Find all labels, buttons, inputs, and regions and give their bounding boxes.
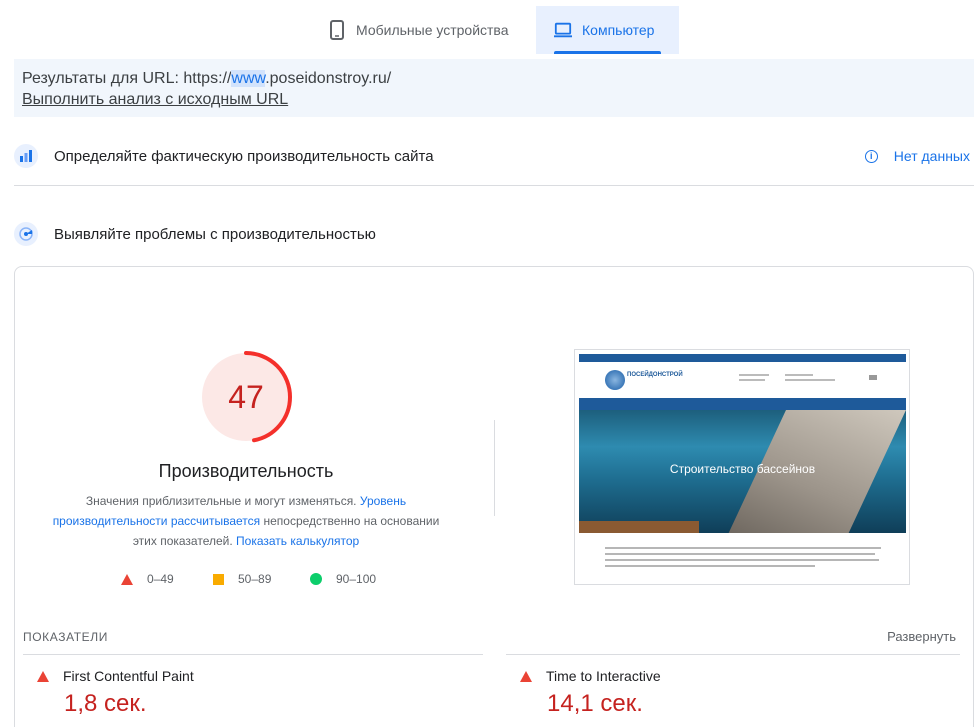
lighthouse-icon [14,222,38,246]
screenshot-nav [579,398,906,410]
tab-desktop[interactable]: Компьютер [536,6,679,54]
lab-data-title: Выявляйте проблемы с производительностью [54,225,376,243]
metric-tti-value: 14,1 сек. [547,690,643,717]
description-text-1: Значения приблизительные и могут изменят… [85,494,357,508]
lab-data-header: Выявляйте проблемы с производительностью [14,220,974,248]
laptop-icon [554,21,572,39]
screenshot-phone-block [739,374,769,376]
section-divider [14,185,974,186]
circle-icon [310,573,322,585]
square-icon [213,573,224,585]
legend-average-range: 50–89 [238,572,272,586]
url-prefix: Результаты для URL: https:// [22,70,232,87]
page-screenshot: ПОСЕЙДОНСТРОЙ Строительство бассейнов [574,349,910,585]
no-data-link[interactable]: i Нет данных [864,148,970,164]
tab-mobile-label: Мобильные устройства [356,22,509,38]
legend-average: 50–89 [213,572,271,586]
url-highlight: www [231,70,266,87]
reanalyze-original-url-link[interactable]: Выполнить анализ с исходным URL [22,90,288,110]
triangle-icon [121,573,133,585]
fail-triangle-icon [37,670,49,682]
card-vertical-divider [494,420,495,516]
text-line [605,565,815,567]
legend-pass-range: 90–100 [336,572,377,586]
tab-desktop-label: Компьютер [582,22,655,38]
performance-description: Значения приблизительные и могут изменят… [44,491,448,551]
metric-tti: Time to Interactive [520,668,661,684]
screenshot-hero-title: Строительство бассейнов [669,462,816,476]
screenshot-wood [579,521,699,533]
field-data-header: Определяйте фактическую производительнос… [14,142,974,170]
text-line [605,559,879,561]
legend-fail-range: 0–49 [147,572,174,586]
tab-active-indicator [554,51,661,54]
analyzed-url: Результаты для URL: https://www.poseidon… [22,69,966,89]
tab-mobile[interactable]: Мобильные устройства [310,6,527,54]
smartphone-icon [328,20,346,40]
cart-icon [869,375,877,380]
performance-score: 47 [228,378,264,415]
fail-triangle-icon [520,670,532,682]
legend-pass: 90–100 [310,572,376,586]
users-icon [14,144,38,168]
url-banner: Результаты для URL: https://www.poseidon… [14,59,974,117]
expand-metrics-button[interactable]: Развернуть [887,629,956,644]
info-icon: i [864,149,878,163]
metric-fcp-value: 1,8 сек. [64,690,147,717]
performance-label: Производительность [158,461,334,481]
screenshot-hours-block [785,379,835,381]
text-line [605,547,881,549]
device-tabs: Мобильные устройства Компьютер [0,0,978,56]
metrics-section-label: ПОКАЗАТЕЛИ [23,630,108,644]
screenshot-hero: Строительство бассейнов [579,410,906,533]
legend-fail: 0–49 [121,572,174,586]
metrics-divider [506,654,960,655]
field-data-title: Определяйте фактическую производительнос… [54,147,434,165]
metric-tti-name: Time to Interactive [546,668,661,684]
show-calculator-link[interactable]: Показать калькулятор [236,534,359,548]
no-data-label: Нет данных [893,148,970,164]
screenshot-phone-block [739,379,765,381]
metric-fcp-name: First Contentful Paint [63,668,194,684]
screenshot-logo-icon [605,370,625,390]
metric-fcp: First Contentful Paint [37,668,194,684]
screenshot-topbar [579,354,906,362]
url-suffix: .poseidonstroy.ru/ [265,70,392,87]
metrics-divider [23,654,483,655]
screenshot-header: ПОСЕЙДОНСТРОЙ [579,362,906,398]
screenshot-logo-text: ПОСЕЙДОНСТРОЙ [627,372,683,378]
screenshot-body-text [605,547,881,571]
text-line [605,553,875,555]
screenshot-hours-block [785,374,813,376]
